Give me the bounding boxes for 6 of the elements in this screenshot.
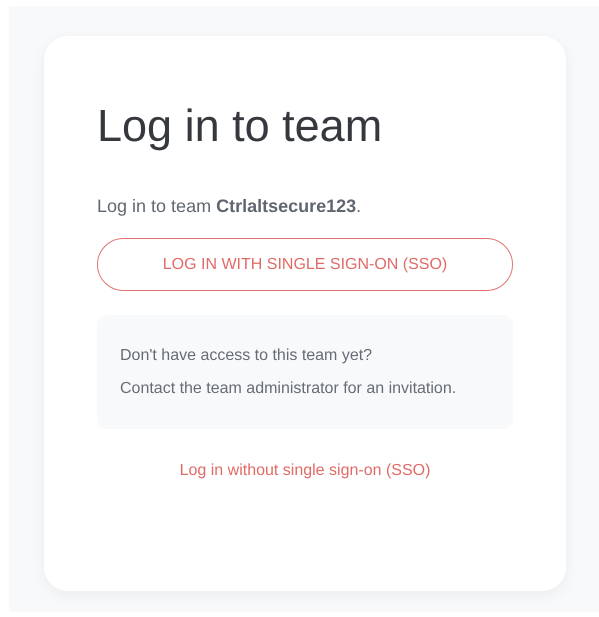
non-sso-login-link[interactable]: Log in without single sign-on (SSO)	[180, 459, 430, 483]
team-description: Log in to team Ctrlaltsecure123.	[97, 195, 362, 218]
notice-text: Contact the team administrator for an invitation.	[120, 379, 456, 399]
notice-text: Don't have access to this team yet?	[120, 346, 372, 366]
sso-login-button[interactable]: LOG IN WITH SINGLE SIGN-ON (SSO)	[97, 238, 513, 291]
page-title: Log in to team	[97, 99, 382, 153]
